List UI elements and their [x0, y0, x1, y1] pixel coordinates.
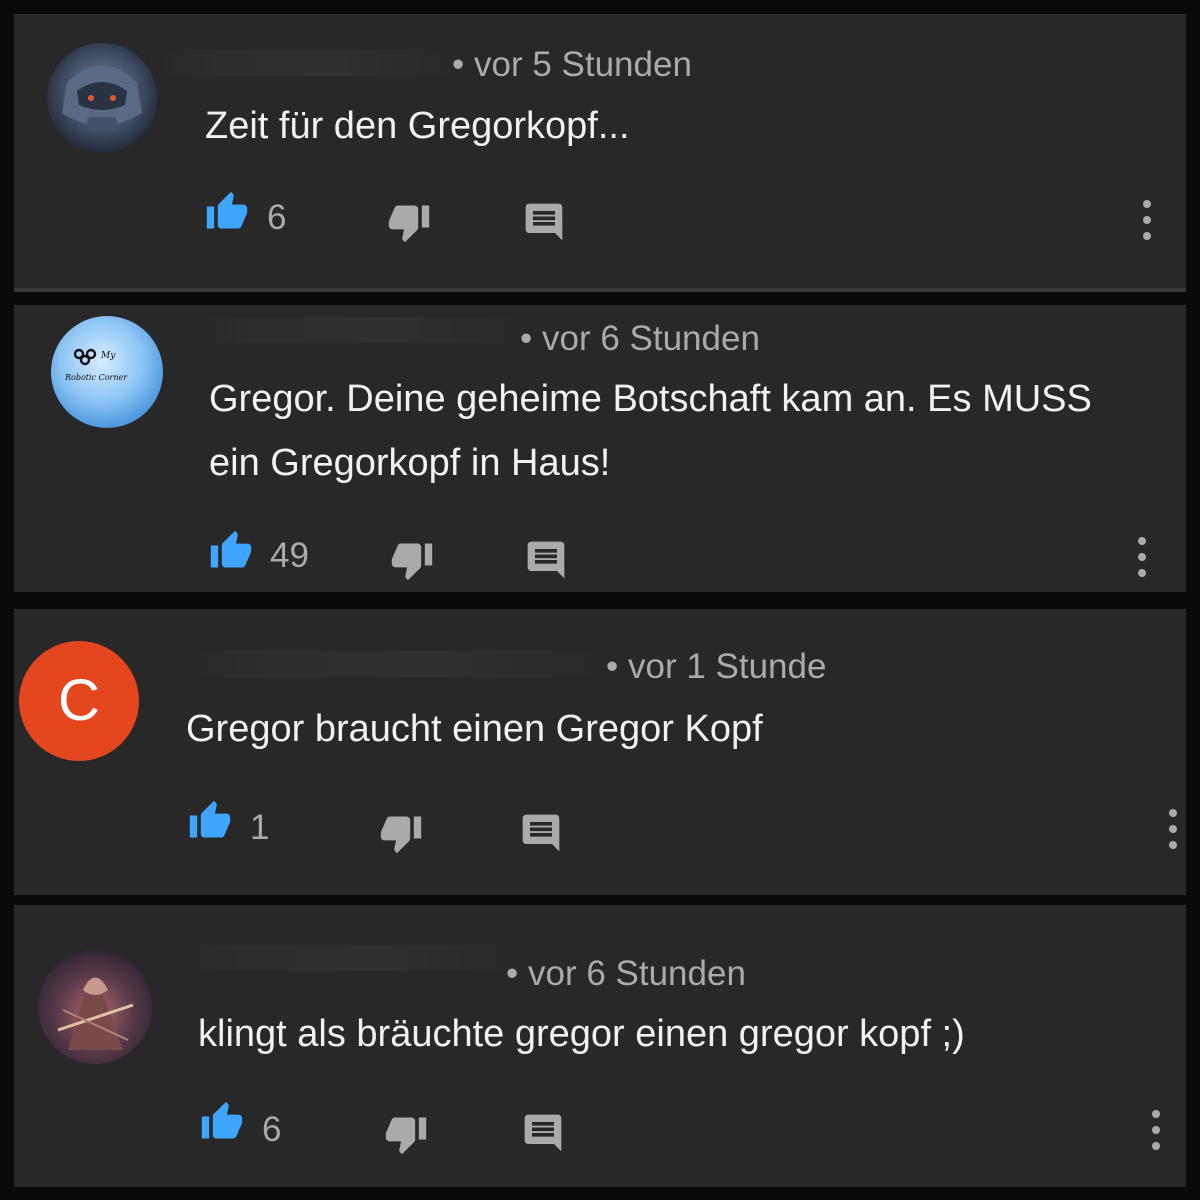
like-count: 6 [267, 198, 287, 237]
comment-text: Gregor. Deine geheime Botschaft kam an. … [209, 378, 1092, 484]
like-count: 49 [270, 536, 309, 575]
svg-text:Robotic Corner: Robotic Corner [64, 373, 128, 382]
reply-icon[interactable] [524, 538, 568, 582]
like-icon[interactable] [200, 1100, 244, 1144]
dislike-icon[interactable] [379, 811, 423, 855]
username-redacted [159, 50, 459, 76]
more-options-icon[interactable] [1152, 1110, 1160, 1150]
comment-timestamp: • vor 6 Stunden [520, 319, 760, 358]
more-options-icon[interactable] [1169, 809, 1177, 849]
comment-text: Zeit für den Gregorkopf... [205, 105, 630, 147]
more-options-icon[interactable] [1143, 200, 1151, 240]
dislike-icon[interactable] [384, 1112, 428, 1156]
like-count: 1 [250, 808, 270, 847]
warrior-avatar[interactable] [38, 950, 152, 1064]
like-icon[interactable] [209, 529, 253, 573]
comment-text: klingt als bräuchte gregor einen gregor … [198, 1013, 965, 1055]
comment-timestamp: • vor 1 Stunde [606, 647, 827, 686]
like-icon[interactable] [188, 799, 232, 843]
comment-card: • vor 6 Stunden klingt als bräuchte greg… [14, 905, 1186, 1187]
reply-icon[interactable] [519, 811, 563, 855]
logo-avatar[interactable]: My Robotic Corner [51, 316, 163, 428]
dislike-icon[interactable] [387, 200, 431, 244]
username-redacted [189, 651, 609, 677]
avatar-logo-text: My [100, 351, 116, 361]
like-icon[interactable] [205, 190, 249, 234]
comment-text: Gregor braucht einen Gregor Kopf [186, 708, 763, 750]
username-redacted [186, 945, 516, 971]
letter-avatar[interactable]: C [19, 641, 139, 761]
like-count: 6 [262, 1110, 282, 1149]
dislike-icon[interactable] [390, 538, 434, 582]
comment-card: • vor 5 Stunden Zeit für den Gregorkopf.… [14, 14, 1186, 292]
reply-icon[interactable] [521, 1111, 565, 1155]
robot-avatar[interactable] [47, 43, 157, 153]
comment-timestamp: • vor 5 Stunden [452, 45, 692, 84]
comment-card: C • vor 1 Stunde Gregor braucht einen Gr… [14, 609, 1186, 895]
more-options-icon[interactable] [1138, 537, 1146, 577]
comment-timestamp: • vor 6 Stunden [506, 954, 746, 993]
username-redacted [199, 317, 529, 343]
reply-icon[interactable] [522, 200, 566, 244]
comment-card: My Robotic Corner • vor 6 Stunden Gregor… [14, 305, 1186, 592]
avatar-letter: C [58, 668, 100, 733]
